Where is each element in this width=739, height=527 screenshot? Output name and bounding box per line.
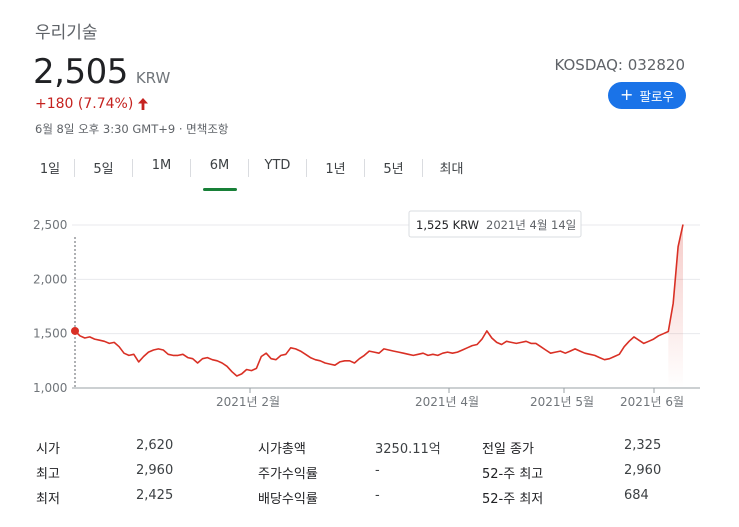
stat-label: 52-주 최저	[482, 492, 544, 507]
stat-value: 2,325	[624, 438, 662, 453]
x-tick-label: 2021년 5월	[530, 395, 594, 409]
range-tabs: 1일 5일 1M 6M YTD 1년 5년 최대	[26, 156, 480, 186]
price-row: 2,505 KRW	[33, 52, 170, 92]
exchange-ticker: KOSDAQ: 032820	[554, 56, 685, 74]
x-tick-label: 2021년 6월	[620, 395, 684, 409]
stat-value: 3250.11억	[375, 442, 441, 457]
plus-icon: +	[620, 84, 634, 104]
stat-label: 배당수익률	[258, 492, 318, 507]
stat-label: 최고	[36, 467, 60, 482]
company-name: 우리기술	[35, 23, 98, 43]
y-tick-label: 2,500	[33, 218, 67, 232]
arrow-up-icon	[138, 98, 149, 110]
stat-value: 2,425	[136, 488, 174, 503]
tab-ytd[interactable]: YTD	[249, 156, 306, 186]
tooltip-value: 1,525 KRW	[416, 218, 479, 232]
tab-6m[interactable]: 6M	[191, 156, 248, 186]
timestamp-disclaimer: 6월 8일 오후 3:30 GMT+9 · 면책조항	[35, 122, 229, 136]
stat-label: 시가	[36, 442, 60, 457]
stat-value: 684	[624, 488, 649, 503]
stat-label: 52-주 최고	[482, 467, 544, 482]
stat-label: 전일 종가	[482, 442, 534, 457]
currency-label: KRW	[135, 69, 171, 87]
x-tick-label: 2021년 4월	[415, 395, 479, 409]
price-chart[interactable]: 2,500 2,000 1,500 1,000 2021년 2월 2021년 4월 2021…	[0, 200, 739, 420]
follow-button[interactable]: + 팔로우	[608, 82, 686, 109]
current-price: 2,505	[33, 52, 128, 92]
stat-label: 최저	[36, 492, 60, 507]
y-tick-label: 1,000	[33, 381, 67, 395]
price-change: +180 (7.74%)	[35, 96, 149, 112]
stat-label: 시가총액	[258, 442, 306, 457]
hover-point[interactable]	[71, 326, 79, 335]
stat-value: 2,620	[136, 438, 174, 453]
stats-table: 시가 2,620 최고 2,960 최저 2,425 시가총액 3250.11억주가수익률 - 배…	[0, 428, 739, 523]
tab-1d[interactable]: 1일	[26, 156, 74, 186]
x-tick-label: 2021년 2월	[216, 395, 280, 409]
tab-5d[interactable]: 5일	[75, 156, 132, 186]
y-tick-label: 2,000	[33, 272, 67, 286]
tab-1m[interactable]: 1M	[133, 156, 190, 186]
stat-value: -	[375, 488, 380, 503]
stat-value: 2,960	[624, 463, 662, 478]
tooltip-date: 2021년 4월 14일	[486, 218, 576, 232]
price-line	[74, 224, 684, 377]
tab-5y[interactable]: 5년	[365, 156, 422, 186]
follow-label: 팔로우	[639, 89, 674, 104]
tab-max[interactable]: 최대	[423, 156, 480, 186]
stat-label: 주가수익률	[258, 467, 318, 482]
tab-1y[interactable]: 1년	[307, 156, 364, 186]
y-tick-label: 1,500	[33, 327, 67, 341]
stat-value: -	[375, 463, 380, 478]
spike-area	[668, 224, 683, 388]
stat-value: 2,960	[136, 463, 174, 478]
price-change-text: +180 (7.74%)	[35, 96, 134, 112]
